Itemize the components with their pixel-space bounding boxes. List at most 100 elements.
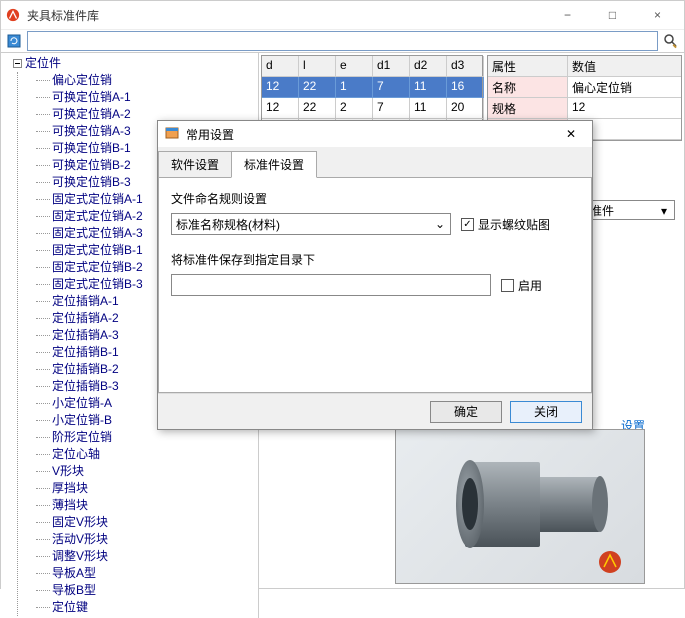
tree-item[interactable]: 导板A型	[52, 565, 96, 582]
tree-item[interactable]: 固定V形块	[52, 514, 108, 531]
grid-cell: 20	[447, 98, 484, 119]
grid-cell: 22	[299, 77, 336, 98]
tree-item[interactable]: 固定式定位销A-1	[52, 191, 143, 208]
prop-header: 属性	[488, 56, 568, 77]
tree-item[interactable]: 固定式定位销A-3	[52, 225, 143, 242]
tree-item[interactable]: 小定位销-B	[52, 412, 112, 429]
prop-value: 12	[568, 98, 681, 119]
grid-header[interactable]: l	[299, 56, 336, 77]
grid-cell: 7	[373, 98, 410, 119]
tree-item[interactable]: 定位心轴	[52, 446, 100, 463]
chevron-down-icon: ▾	[656, 203, 672, 219]
close-button[interactable]: ×	[635, 1, 680, 29]
prop-name: 名称	[488, 77, 568, 98]
chevron-down-icon: ⌄	[432, 216, 448, 232]
checkbox-icon	[461, 218, 474, 231]
tree-item[interactable]: 定位插销B-1	[52, 344, 119, 361]
tree-item[interactable]: 固定式定位销B-3	[52, 276, 143, 293]
tree-item[interactable]: 可换定位销B-1	[52, 140, 131, 157]
tree-item[interactable]: 固定式定位销B-2	[52, 259, 143, 276]
right-combo[interactable]: 准件 ▾	[585, 200, 675, 220]
table-row[interactable]: 1222271120	[262, 98, 482, 119]
show-thread-label: 显示螺纹贴图	[478, 216, 550, 233]
search-input[interactable]	[27, 31, 658, 51]
prop-row[interactable]: 规格12	[488, 98, 681, 119]
refresh-button[interactable]	[3, 30, 25, 52]
tree-item[interactable]: 阶形定位销	[52, 429, 112, 446]
grid-cell: 16	[447, 77, 484, 98]
tree-item[interactable]: 定位插销A-1	[52, 293, 119, 310]
grid-cell: 2	[336, 98, 373, 119]
tree-item[interactable]: 偏心定位销	[52, 72, 112, 89]
grid-header[interactable]: d1	[373, 56, 410, 77]
grid-cell: 11	[410, 77, 447, 98]
tree-item[interactable]: 调整V形块	[52, 548, 108, 565]
tree-item[interactable]: 固定式定位销B-1	[52, 242, 143, 259]
grid-cell: 11	[410, 98, 447, 119]
tree-item[interactable]: 定位插销B-2	[52, 361, 119, 378]
tree-item[interactable]: 薄挡块	[52, 497, 88, 514]
prop-row[interactable]: 名称偏心定位销	[488, 77, 681, 98]
save-dir-input[interactable]	[171, 274, 491, 296]
app-icon	[5, 7, 21, 23]
dialog-tabs: 软件设置 标准件设置	[158, 147, 592, 178]
right-combo-value: 准件	[590, 202, 614, 219]
enable-label: 启用	[518, 277, 542, 294]
tab-software-settings[interactable]: 软件设置	[158, 151, 232, 178]
tree-item[interactable]: 可换定位销A-2	[52, 106, 131, 123]
maximize-button[interactable]: □	[590, 1, 635, 29]
tree-item[interactable]: 可换定位销A-1	[52, 89, 131, 106]
tree-item[interactable]: 导板B型	[52, 582, 96, 599]
grid-cell: 7	[373, 77, 410, 98]
grid-header[interactable]: d	[262, 56, 299, 77]
dialog-title: 常用设置	[186, 126, 556, 143]
tree-item[interactable]: 定位插销B-3	[52, 378, 119, 395]
prop-value: 偏心定位销	[568, 77, 681, 98]
minimize-button[interactable]: −	[545, 1, 590, 29]
grid-header[interactable]: d3	[447, 56, 484, 77]
tree-item[interactable]: 可换定位销B-2	[52, 157, 131, 174]
window-controls: − □ ×	[545, 1, 680, 29]
grid-cell: 1	[336, 77, 373, 98]
window-title: 夹具标准件库	[27, 7, 545, 24]
naming-rule-label: 文件命名规则设置	[171, 190, 579, 207]
tree-root[interactable]: 定位件	[25, 55, 61, 72]
image-preview	[395, 429, 645, 584]
tree-item[interactable]: 定位键	[52, 599, 88, 616]
tab-body: 文件命名规则设置 标准名称规格(材料) ⌄ 显示螺纹贴图 将标准件保存到指定目录…	[158, 177, 592, 393]
toolbar	[1, 30, 684, 53]
table-row[interactable]: 1222171116	[262, 77, 482, 98]
dialog-titlebar: 常用设置 ✕	[158, 121, 592, 147]
show-thread-checkbox[interactable]: 显示螺纹贴图	[461, 216, 550, 233]
close-dialog-button[interactable]: 关闭	[510, 401, 582, 423]
dialog-icon	[164, 126, 180, 142]
tree-item[interactable]: 可换定位销A-3	[52, 123, 131, 140]
prop-header: 数值	[568, 56, 681, 77]
dialog-close-button[interactable]: ✕	[556, 123, 586, 145]
grid-cell: 12	[262, 77, 299, 98]
tree-item[interactable]: V形块	[52, 463, 84, 480]
save-dir-label: 将标准件保存到指定目录下	[171, 251, 579, 268]
tree-item[interactable]: 定位插销A-3	[52, 327, 119, 344]
ok-button[interactable]: 确定	[430, 401, 502, 423]
tree-item[interactable]: 小定位销-A	[52, 395, 112, 412]
grid-cell: 22	[299, 98, 336, 119]
titlebar: 夹具标准件库 − □ ×	[1, 1, 684, 30]
search-button[interactable]	[660, 30, 682, 52]
checkbox-icon	[501, 279, 514, 292]
tree-item[interactable]: 可换定位销B-3	[52, 174, 131, 191]
tree-toggle-icon[interactable]	[11, 58, 23, 70]
grid-header[interactable]: e	[336, 56, 373, 77]
enable-checkbox[interactable]: 启用	[501, 277, 542, 294]
tree-item[interactable]: 定位插销A-2	[52, 310, 119, 327]
tree-item[interactable]: 活动V形块	[52, 531, 108, 548]
dialog-buttons: 确定 关闭	[158, 393, 592, 429]
grid-header[interactable]: d2	[410, 56, 447, 77]
tree-item[interactable]: 固定式定位销A-2	[52, 208, 143, 225]
grid-cell: 12	[262, 98, 299, 119]
tab-standard-part-settings[interactable]: 标准件设置	[231, 151, 317, 178]
prop-name: 规格	[488, 98, 568, 119]
tree-item[interactable]: 厚挡块	[52, 480, 88, 497]
naming-rule-combo[interactable]: 标准名称规格(材料) ⌄	[171, 213, 451, 235]
settings-dialog: 常用设置 ✕ 软件设置 标准件设置 文件命名规则设置 标准名称规格(材料) ⌄ …	[157, 120, 593, 430]
